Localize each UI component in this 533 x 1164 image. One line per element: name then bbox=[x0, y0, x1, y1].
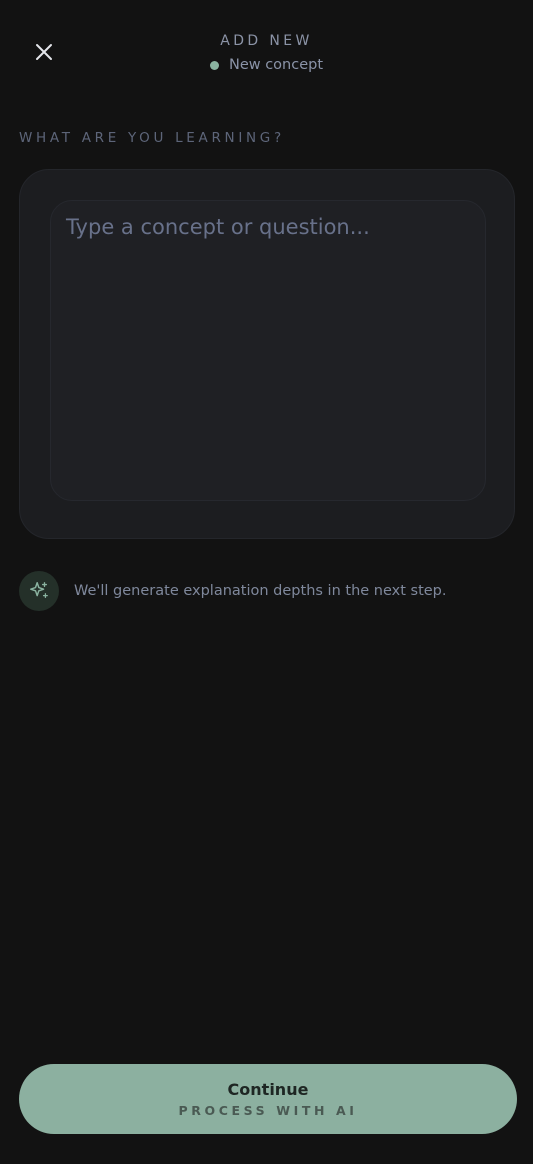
continue-label: Continue bbox=[227, 1080, 309, 1099]
page-title: ADD NEW bbox=[220, 33, 313, 49]
continue-sublabel: PROCESS WITH AI bbox=[178, 1103, 358, 1118]
section-label: WHAT ARE YOU LEARNING? bbox=[19, 130, 285, 146]
continue-button[interactable]: Continue PROCESS WITH AI bbox=[19, 1064, 517, 1134]
page-subtitle-text: New concept bbox=[228, 57, 324, 73]
hint-row: We'll generate explanation depths in the… bbox=[19, 571, 447, 611]
concept-input-card bbox=[19, 169, 515, 539]
concept-input[interactable] bbox=[50, 200, 486, 501]
page-subtitle: New concept bbox=[0, 57, 533, 73]
hint-text: We'll generate explanation depths in the… bbox=[74, 583, 447, 599]
sparkles-icon bbox=[19, 571, 59, 611]
status-dot bbox=[209, 60, 219, 70]
